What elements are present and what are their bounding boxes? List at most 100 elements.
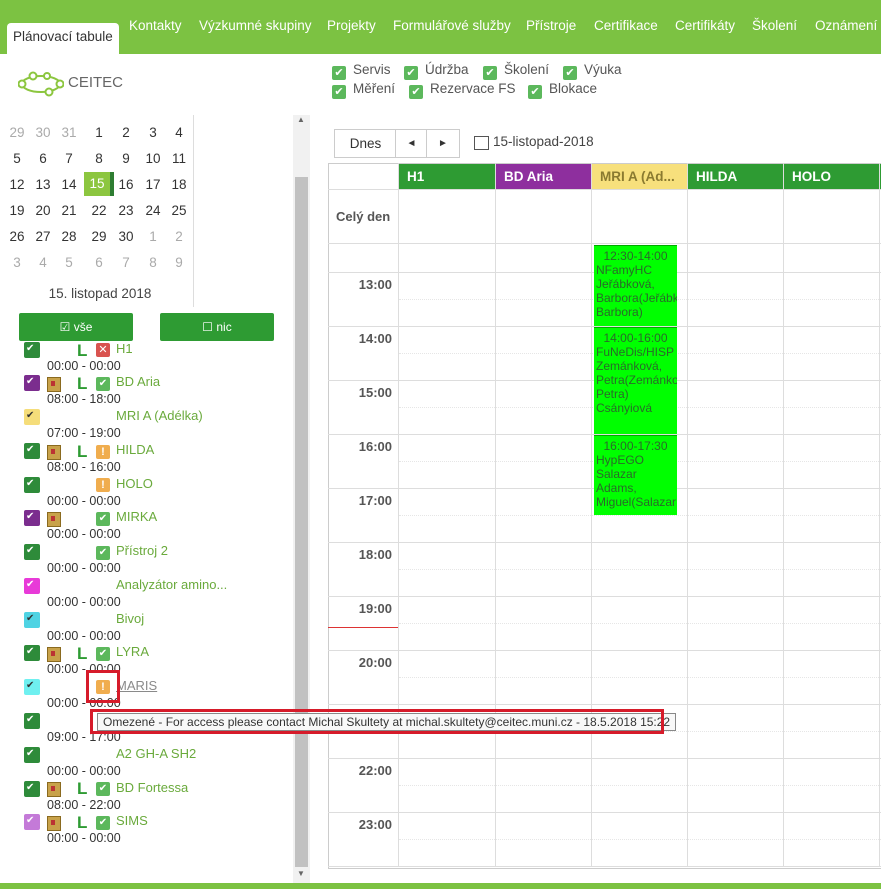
tab-pristroje[interactable]: Přístroje [526, 14, 576, 38]
tab-skoleni[interactable]: Školení [752, 14, 797, 38]
prev-day-button[interactable]: ◄ [395, 129, 428, 158]
checkbox-icon[interactable]: ✔ [483, 66, 497, 80]
ceitec-logo-icon[interactable] [18, 66, 64, 102]
device-name[interactable]: HOLO [116, 476, 153, 491]
device-checkbox[interactable]: ✔ [24, 713, 40, 729]
calendar-day[interactable]: 3 [4, 255, 30, 270]
column-header-holo[interactable]: HOLO [784, 164, 881, 189]
calendar-day-selected[interactable]: 15 [84, 172, 114, 196]
calendar-day[interactable]: 16 [113, 177, 139, 192]
calendar-day[interactable]: 7 [113, 255, 139, 270]
calendar-day[interactable]: 19 [4, 203, 30, 218]
calendar-day[interactable]: 31 [56, 125, 82, 140]
filter-blokace[interactable]: ✔ Blokace [528, 81, 597, 99]
checkbox-icon[interactable]: ✔ [332, 85, 346, 99]
tab-oznameni[interactable]: Oznámení [815, 14, 877, 38]
tab-certifikace[interactable]: Certifikace [594, 14, 658, 38]
calendar-day[interactable]: 8 [86, 151, 112, 166]
calendar-day[interactable]: 20 [30, 203, 56, 218]
device-name[interactable]: LYRA [116, 644, 149, 659]
calendar-day[interactable]: 2 [113, 125, 139, 140]
select-all-button[interactable]: ☑ vše [19, 313, 133, 341]
calendar-day[interactable]: 10 [140, 151, 166, 166]
checkbox-icon[interactable]: ✔ [332, 66, 346, 80]
calendar-day[interactable]: 14 [56, 177, 82, 192]
calendar-day[interactable]: 11 [166, 151, 192, 166]
checkbox-icon[interactable]: ✔ [409, 85, 423, 99]
device-name[interactable]: SIMS [116, 813, 148, 828]
calendar-day[interactable]: 7 [56, 151, 82, 166]
calendar-day[interactable]: 12 [4, 177, 30, 192]
device-name[interactable]: MRI A (Adélka) [116, 408, 203, 423]
calendar-day[interactable]: 30 [30, 125, 56, 140]
checkbox-icon[interactable]: ✔ [404, 66, 418, 80]
device-checkbox[interactable]: ✔ [24, 679, 40, 695]
tab-planovaci-tabule[interactable]: Plánovací tabule [7, 23, 119, 54]
calendar-day[interactable]: 29 [86, 229, 112, 244]
device-name[interactable]: Analyzátor amino... [116, 577, 227, 592]
filter-skoleni[interactable]: ✔ Školení [483, 62, 549, 80]
calendar-day[interactable]: 23 [113, 203, 139, 218]
device-name[interactable]: BD Fortessa [116, 780, 188, 795]
calendar-day[interactable]: 1 [86, 125, 112, 140]
filter-servis[interactable]: ✔ Servis [332, 62, 391, 80]
calendar-day[interactable]: 26 [4, 229, 30, 244]
calendar-day[interactable]: 30 [113, 229, 139, 244]
tab-vyzkumne-skupiny[interactable]: Výzkumné skupiny [199, 14, 312, 38]
calendar-day[interactable]: 6 [86, 255, 112, 270]
device-checkbox[interactable]: ✔ [24, 510, 40, 526]
device-name[interactable]: H1 [116, 341, 133, 356]
scroll-up-icon[interactable]: ▲ [297, 115, 305, 124]
reservation-event[interactable]: 14:00-16:00 FuNeDis/HISP Zemánková, Petra… [594, 327, 677, 434]
calendar-day[interactable]: 5 [56, 255, 82, 270]
device-checkbox[interactable]: ✔ [24, 578, 40, 594]
calendar-day[interactable]: 17 [140, 177, 166, 192]
tab-certifikaty[interactable]: Certifikáty [675, 14, 735, 38]
calendar-day[interactable]: 9 [113, 151, 139, 166]
calendar-day[interactable]: 8 [140, 255, 166, 270]
calendar-day[interactable]: 18 [166, 177, 192, 192]
device-name[interactable]: Přístroj 2 [116, 543, 168, 558]
device-checkbox[interactable]: ✔ [24, 477, 40, 493]
filter-mereni[interactable]: ✔ Měření [332, 81, 395, 99]
calendar-day[interactable]: 6 [30, 151, 56, 166]
sidebar-scrollbar[interactable]: ▲ ▼ [293, 115, 310, 883]
calendar-day[interactable]: 28 [56, 229, 82, 244]
calendar-day[interactable]: 5 [4, 151, 30, 166]
calendar-icon[interactable] [474, 136, 489, 150]
device-checkbox[interactable]: ✔ [24, 409, 40, 425]
scrollbar-thumb[interactable] [295, 177, 308, 867]
scroll-down-icon[interactable]: ▼ [297, 869, 305, 878]
calendar-day[interactable]: 29 [4, 125, 30, 140]
device-name[interactable]: BD Aria [116, 374, 160, 389]
column-header-bd-aria[interactable]: BD Aria [496, 164, 591, 189]
current-date[interactable]: 15-listopad-2018 [493, 134, 594, 149]
calendar-day[interactable]: 2 [166, 229, 192, 244]
calendar-day[interactable]: 25 [166, 203, 192, 218]
column-header-hilda[interactable]: HILDA [688, 164, 783, 189]
filter-udrzba[interactable]: ✔ Údržba [404, 62, 469, 80]
today-button[interactable]: Dnes [334, 129, 397, 158]
tab-kontakty[interactable]: Kontakty [129, 14, 182, 38]
device-checkbox[interactable]: ✔ [24, 342, 40, 358]
tab-projekty[interactable]: Projekty [327, 14, 376, 38]
device-checkbox[interactable]: ✔ [24, 781, 40, 797]
checkbox-icon[interactable]: ✔ [563, 66, 577, 80]
calendar-day[interactable]: 9 [166, 255, 192, 270]
reservation-event[interactable]: 16:00-17:30 HypEGO Salazar Adams, Miguel(… [594, 435, 677, 515]
device-name[interactable]: A2 GH-A SH2 [116, 746, 196, 761]
device-name[interactable]: Bivoj [116, 611, 144, 626]
calendar-day[interactable]: 1 [140, 229, 166, 244]
device-name[interactable]: HILDA [116, 442, 154, 457]
device-checkbox[interactable]: ✔ [24, 814, 40, 830]
tab-formularove-sluzby[interactable]: Formulářové služby [393, 14, 511, 38]
device-checkbox[interactable]: ✔ [24, 443, 40, 459]
checkbox-icon[interactable]: ✔ [528, 85, 542, 99]
filter-rezervace-fs[interactable]: ✔ Rezervace FS [409, 81, 516, 99]
next-day-button[interactable]: ► [426, 129, 460, 158]
device-checkbox[interactable]: ✔ [24, 747, 40, 763]
device-checkbox[interactable]: ✔ [24, 645, 40, 661]
device-checkbox[interactable]: ✔ [24, 375, 40, 391]
select-none-button[interactable]: ☐ nic [160, 313, 274, 341]
calendar-day[interactable]: 3 [140, 125, 166, 140]
